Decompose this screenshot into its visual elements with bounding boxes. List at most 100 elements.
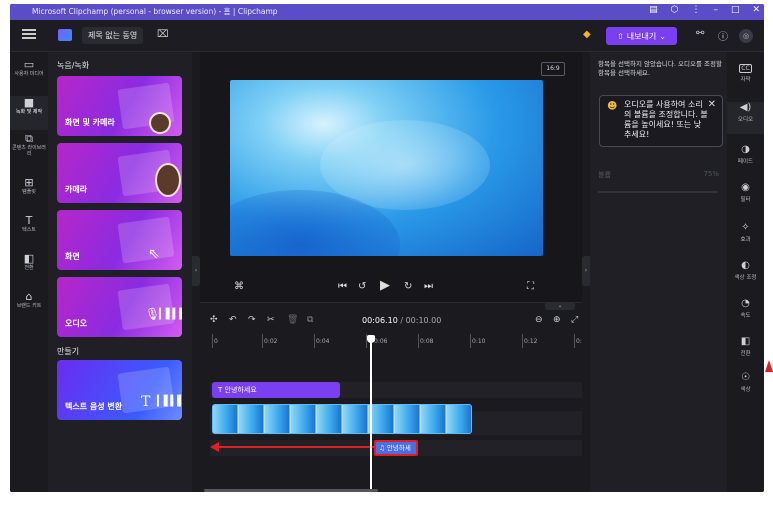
rnav-item-captions[interactable]: CC 자막 [727, 62, 764, 94]
rnav-item-filter[interactable]: ◉ 필터 [727, 182, 764, 214]
camera-person-thumbnail [155, 163, 181, 197]
microphone-icon: 🎙︎ [145, 307, 161, 321]
project-title[interactable]: 제목 없는 동영 [82, 27, 144, 44]
time-ruler[interactable]: 0 0:02 0:04 0:06 0:08 0:10 0:12 0:14 [210, 334, 582, 348]
video-preview[interactable] [230, 80, 543, 256]
magic-edit-icon[interactable]: ⌘ [234, 281, 244, 292]
close-icon[interactable]: ✕ [752, 5, 760, 15]
nav-item-templates[interactable]: ⊞ 템플릿 [10, 176, 48, 210]
play-icon[interactable]: ▶ [380, 278, 390, 293]
app-header: 제목 없는 동영 ⌧ ◆ ⇧ 내보내기 ⌄ ⚯ ⓘ ◎ [10, 20, 764, 52]
presenter-thumbnail [149, 112, 171, 134]
total-time: / 00:10.00 [400, 316, 442, 325]
tooltip-text: 오디오를 사용하여 소리의 볼륨을 조정합니다. 볼륨을 높이세요! 또는 낮추… [624, 100, 708, 139]
magic-tool-icon[interactable]: ✣ [210, 315, 218, 325]
properties-panel: 항목을 선택하지 않았습니다. 오디오를 조정할 항목을 선택하세요. ☻ 오디… [590, 52, 727, 492]
maximize-icon[interactable]: □ [731, 5, 740, 15]
left-navigation: ▭ 사용자 미디어 ■ 녹화 및 제작 ⧉ 콘텐츠 라이브러리 ⊞ 템플릿 T … [10, 52, 48, 492]
annotation-arrow-head [210, 442, 219, 452]
close-tooltip-icon[interactable]: ✕ [708, 99, 716, 110]
rewind-5s-icon[interactable]: ↺ [358, 281, 366, 292]
rnav-item-transition[interactable]: ◧ 전환 [727, 336, 764, 368]
camera-off-icon[interactable]: ⌧ [157, 29, 169, 40]
redo-icon[interactable]: ↷ [248, 315, 256, 325]
card-camera[interactable]: 카메라 [57, 143, 182, 203]
section-create: 만들기 [57, 347, 80, 356]
undo-icon[interactable]: ↶ [229, 315, 237, 325]
reading-view-icon[interactable]: ▤ [649, 5, 658, 15]
collapse-timeline-button[interactable]: ⌄ [545, 302, 575, 310]
playhead[interactable] [370, 339, 372, 492]
transition-icon: ◧ [740, 336, 751, 347]
rnav-item-audio[interactable]: ◀︎) 오디오 [727, 102, 764, 134]
templates-icon: ⊞ [24, 176, 34, 189]
current-time: 00:06.10 [362, 316, 398, 325]
minimize-icon[interactable]: – [713, 5, 718, 15]
captions-icon: CC [739, 64, 752, 73]
color-adjust-icon: ◐ [741, 260, 750, 271]
delete-icon[interactable]: 🗑︎ [287, 315, 298, 325]
annotation-arrow-edge [765, 360, 773, 372]
nav-item-record[interactable]: ■ 녹화 및 제작 [10, 96, 48, 130]
fade-icon: ◑ [741, 144, 750, 155]
fullscreen-icon[interactable]: ⛶ [527, 281, 534, 292]
effects-icon: ✧ [741, 222, 750, 233]
timecode: 00:06.10 / 00:10.00 [362, 316, 441, 325]
help-icon[interactable]: ⓘ [718, 28, 728, 43]
card-audio[interactable]: 🎙︎ ▎▌▍▌▎ 오디오 [57, 277, 182, 337]
text-clip[interactable]: T 안녕하세요 [212, 382, 340, 398]
more-options-icon[interactable]: ⋮ [691, 5, 700, 15]
speech-clip-icon: ♫ [379, 444, 387, 452]
audio-clip[interactable]: ♫ 안녕하세 [374, 440, 418, 456]
playhead-handle[interactable] [367, 335, 375, 343]
timeline-scrollbar[interactable] [204, 489, 378, 492]
volume-slider [598, 191, 718, 193]
nav-item-library[interactable]: ⧉ 콘텐츠 라이브러리 [10, 132, 48, 166]
rnav-item-fade[interactable]: ◑ 페이드 [727, 144, 764, 176]
share-icon[interactable]: ⚯ [696, 28, 704, 39]
audio-icon: ◀︎) [739, 102, 752, 113]
export-label: 내보내기 [626, 31, 657, 41]
text-icon: T [25, 214, 33, 227]
aspect-ratio-button[interactable]: 16:9 [541, 62, 565, 76]
transition-icon: ◧ [23, 252, 35, 265]
rnav-item-speed[interactable]: ◔ 속도 [727, 298, 764, 330]
palette-icon: ☉ [741, 372, 750, 383]
zoom-in-icon[interactable]: ⊕ [553, 315, 561, 325]
annotation-arrow-line [216, 446, 374, 448]
zoom-out-icon[interactable]: ⊖ [535, 315, 543, 325]
fit-timeline-icon[interactable]: ⤢ [571, 315, 578, 325]
duplicate-icon[interactable]: ⧉ [307, 315, 313, 325]
collapse-right-panel-button[interactable]: › [582, 256, 590, 286]
card-screen[interactable]: ⇖ 화면 [57, 210, 182, 270]
split-icon[interactable]: ✂ [267, 315, 275, 325]
collapse-left-panel-button[interactable]: ‹ [192, 256, 200, 286]
forward-5s-icon[interactable]: ↻ [404, 281, 412, 292]
text-t-icon: T [141, 394, 151, 410]
skip-forward-icon[interactable]: ⏭ [424, 281, 433, 292]
waveform-icon: ▎▌▍▌▎ [159, 309, 182, 320]
card-text-to-speech[interactable]: T ▎▌▍▌ 텍스트 음성 변환 [57, 360, 182, 420]
menu-icon[interactable] [22, 29, 36, 39]
brand-kit-icon: ⌂ [25, 290, 33, 303]
video-clip[interactable] [212, 404, 472, 434]
premium-gem-icon[interactable]: ◆ [583, 29, 595, 40]
wink-emoji-icon: ☻ [607, 101, 618, 112]
extensions-icon[interactable]: ⬡ [671, 5, 679, 15]
skip-back-icon[interactable]: ⏮ [338, 281, 347, 292]
rnav-item-color[interactable]: ☉ 색상 [727, 372, 764, 404]
audio-tooltip: ☻ 오디오를 사용하여 소리의 볼륨을 조정합니다. 볼륨을 높이세요! 또는 … [599, 95, 723, 147]
rnav-item-effects[interactable]: ✧ 효과 [727, 222, 764, 254]
rnav-item-color-adjust[interactable]: ◐ 색상 조정 [727, 260, 764, 292]
nav-item-transitions[interactable]: ◧ 전환 [10, 252, 48, 286]
right-navigation: CC 자막 ◀︎) 오디오 ◑ 페이드 ◉ 필터 ✧ 효과 ◐ 색상 조정 ◔ … [727, 52, 764, 492]
avatar[interactable]: ◎ [739, 29, 753, 43]
export-button[interactable]: ⇧ 내보내기 ⌄ [606, 27, 677, 45]
nav-item-brand-kit[interactable]: ⌂ 브랜드 키트 [10, 290, 48, 324]
card-screen-and-camera[interactable]: 화면 및 카메라 [57, 76, 182, 136]
window-title: Microsoft Clipchamp (personal - browser … [32, 7, 278, 16]
speech-wave-icon: ▎▌▍▌ [157, 396, 182, 407]
window-controls: ▤ ⬡ ⋮ – □ ✕ [649, 5, 760, 15]
nav-item-text[interactable]: T 텍스트 [10, 214, 48, 248]
nav-item-media[interactable]: ▭ 사용자 미디어 [10, 58, 48, 92]
